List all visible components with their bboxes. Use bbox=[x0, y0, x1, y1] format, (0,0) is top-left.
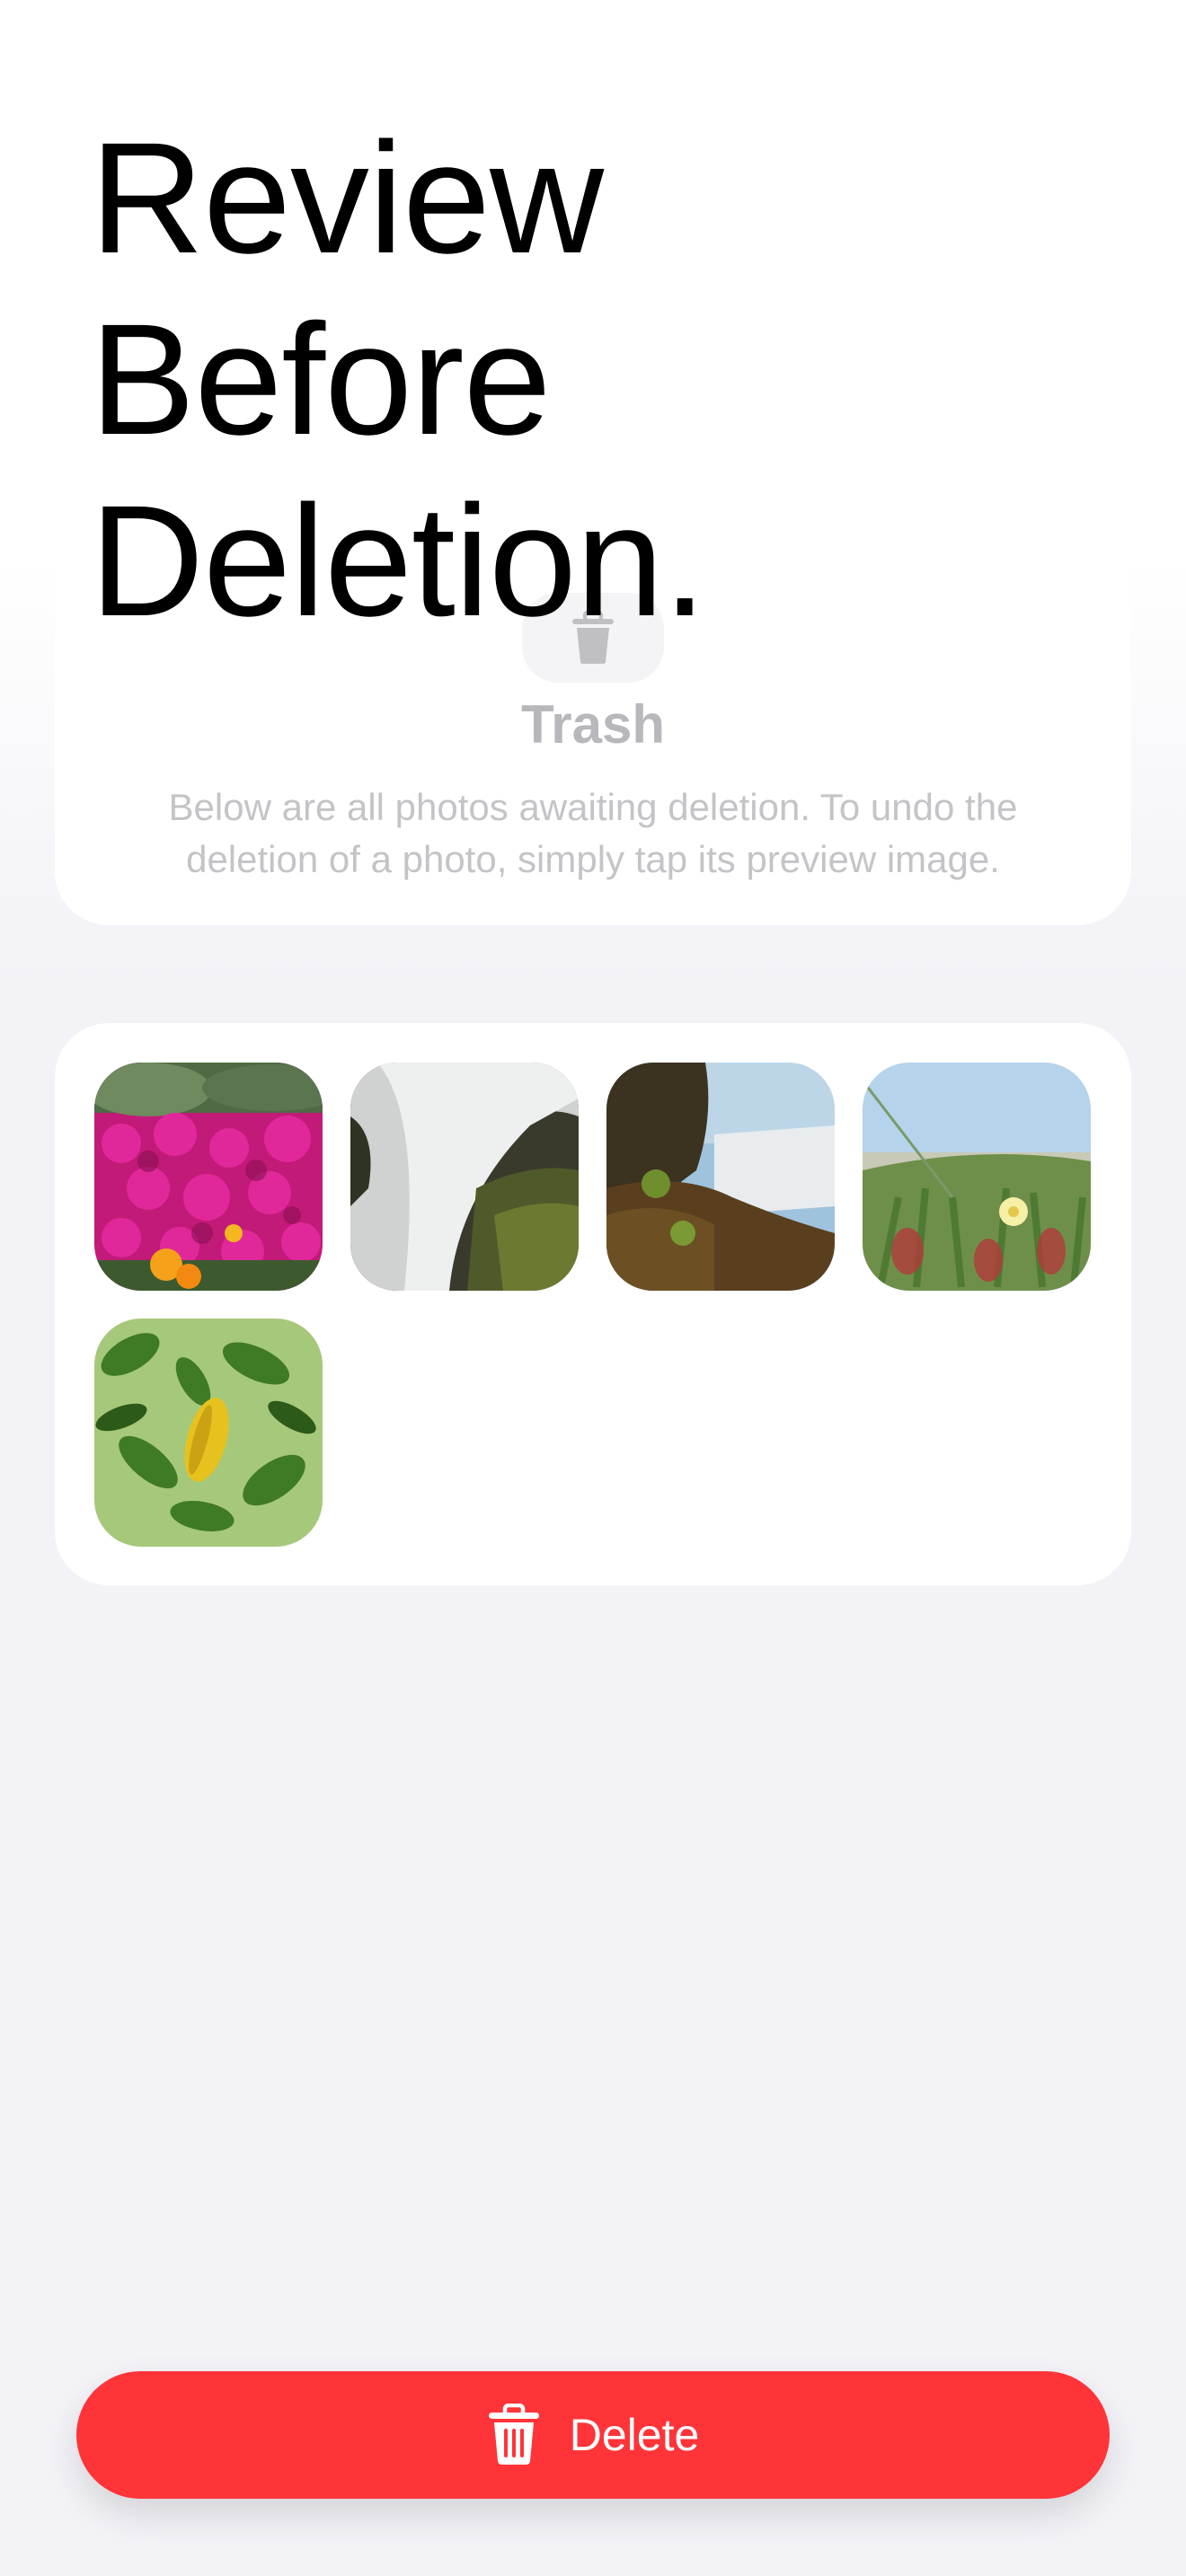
delete-button[interactable]: Delete bbox=[76, 2371, 1110, 2499]
trash-title: Trash bbox=[520, 694, 666, 754]
photo-thumbnail-succulents[interactable] bbox=[863, 1063, 1091, 1291]
photo-thumbnail-flowers[interactable] bbox=[94, 1063, 323, 1291]
page-title: Review Before Deletion. bbox=[90, 108, 988, 652]
photos-grid-card bbox=[55, 1023, 1131, 1585]
delete-button-label: Delete bbox=[569, 2410, 700, 2460]
photo-thumbnail-leaves[interactable] bbox=[94, 1319, 323, 1547]
page-title-line-1: Review bbox=[90, 110, 604, 287]
photo-thumbnail-cliff[interactable] bbox=[606, 1063, 835, 1291]
trash-icon bbox=[487, 2404, 541, 2466]
page-title-line-2: Before bbox=[90, 292, 552, 468]
photo-thumbnail-waterfall[interactable] bbox=[350, 1063, 579, 1291]
page-title-line-3: Deletion. bbox=[90, 473, 707, 649]
trash-description: Below are all photos awaiting deletion. … bbox=[168, 786, 1018, 880]
